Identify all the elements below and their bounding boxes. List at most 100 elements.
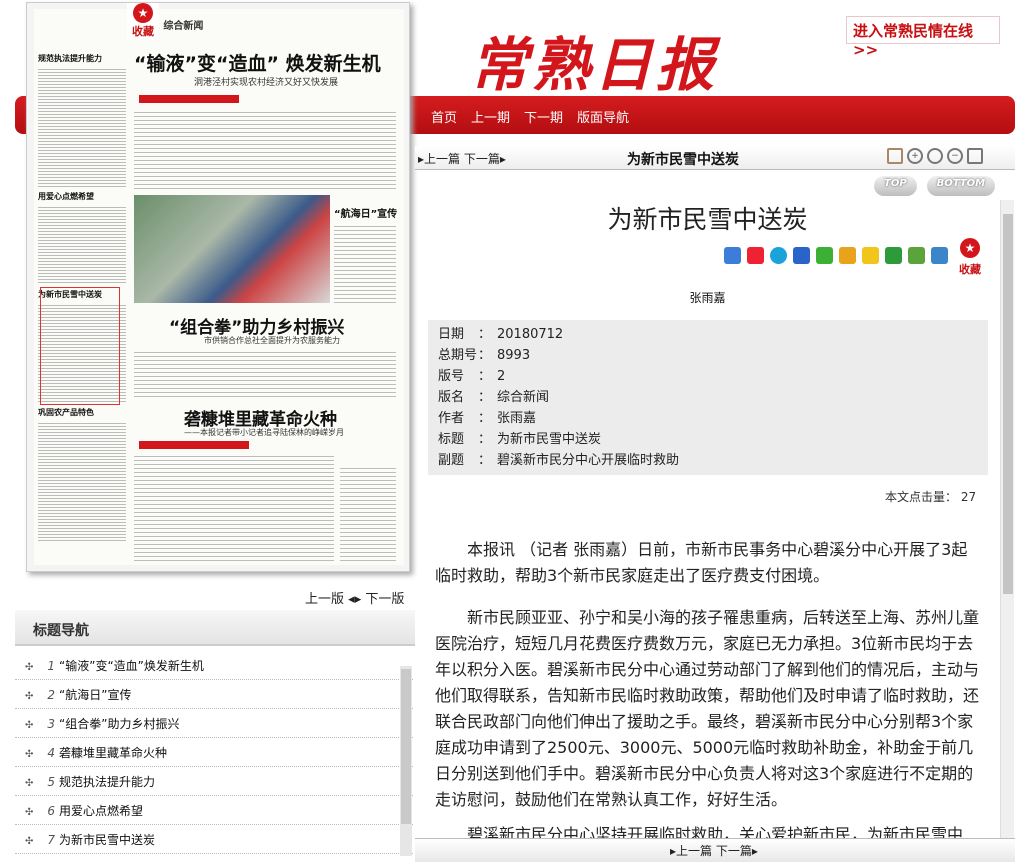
article-paragraph: 本报讯 （记者 张雨嘉）日前，市新市民事务中心碧溪分中心开展了3起临时救助，帮助… — [435, 540, 968, 585]
title-nav-list: ✣ 1 “输液”变“造血”焕发新生机 ✣ 2 “航海日”宣传 ✣ 3 “组合拳”助力乡村振兴… — [15, 651, 413, 862]
article-paragraph: 碧溪新市民分中心坚持开展临时救助，关心爱护新市民，为新市民雪中 — [467, 825, 964, 838]
print-icon[interactable] — [967, 148, 983, 164]
meta-row: 版号： 2 — [438, 369, 506, 384]
next-article-link[interactable]: 下一篇 — [464, 152, 500, 166]
title-nav-header: 标题导航 — [15, 610, 415, 646]
scrollbar-thumb[interactable] — [1003, 214, 1013, 594]
article-toolbar: ▸上一篇 下一篇▸ 为新市民雪中送炭 + − — [415, 146, 1015, 170]
text-block — [134, 109, 396, 189]
toolbar-title: 为新市民雪中送炭 — [627, 152, 739, 168]
star-icon: ★ — [960, 238, 980, 258]
zoom-reset-icon[interactable] — [927, 148, 943, 164]
bottom-prev-next: ▸上一篇 下一篇▸ — [670, 844, 758, 858]
bookmark-icon[interactable] — [908, 247, 925, 264]
headline-1[interactable]: “输液”变“造血” 焕发新生机 — [134, 49, 381, 76]
title-nav-item[interactable]: ✣ 5 规范执法提升能力 — [15, 767, 413, 796]
nav-home[interactable]: 首页 — [431, 107, 457, 126]
favorite-button[interactable]: ★ 收藏 — [127, 3, 159, 39]
article-meta: 日期： 20180712 总期号： 8993 版号： 2 版名：综合新闻 作者：张雨嘉… — [428, 320, 988, 475]
red-banner — [139, 95, 239, 103]
title-nav-item[interactable]: ✣ 2 “航海日”宣传 — [15, 680, 413, 709]
next-article-link[interactable]: 下一篇 — [716, 844, 752, 858]
nav-next-issue[interactable]: 下一期 — [524, 107, 563, 126]
arrow-right-icon[interactable]: ▸ — [355, 592, 362, 607]
nav-page-navigation[interactable]: 版面导航 — [577, 107, 629, 126]
scroll-buttons: TOP BOTTOM — [874, 176, 996, 196]
prev-article-link[interactable]: 上一篇 — [424, 152, 460, 166]
bottom-button[interactable]: BOTTOM — [926, 176, 996, 196]
title-nav-item[interactable]: ✣ 6 用爱心点燃希望 — [15, 796, 413, 825]
subheadline-3: 市供销合作总社全面提升为农服务能力 — [204, 336, 340, 345]
diamond-icon: ✣ — [25, 662, 34, 673]
masthead-logo[interactable]: 常熟日报 — [470, 18, 718, 102]
article-favorite-button[interactable]: ★ 收藏 — [955, 238, 985, 277]
article-author: 张雨嘉 — [689, 291, 726, 305]
title-nav-item[interactable]: ✣ 1 “输液”变“造血”焕发新生机 — [15, 651, 413, 680]
article-tools: + − — [887, 148, 983, 164]
article-prev-next: ▸上一篇 下一篇▸ — [418, 152, 506, 166]
photo-caption[interactable]: “航海日”宣传 — [334, 205, 397, 220]
nav-prev-issue[interactable]: 上一期 — [471, 107, 510, 126]
red-banner — [139, 441, 249, 449]
selected-article-highlight[interactable] — [40, 287, 120, 405]
page-pager: 上一版 ◂▸ 下一版 — [305, 588, 404, 607]
diamond-icon: ✣ — [25, 691, 34, 702]
wechat-icon[interactable] — [816, 247, 833, 264]
copy-icon[interactable] — [887, 148, 903, 164]
text-block — [134, 453, 334, 561]
text-block — [38, 421, 126, 541]
zoom-out-icon[interactable]: − — [947, 148, 963, 164]
share-icons — [724, 247, 948, 264]
article-scrollbar[interactable] — [1000, 200, 1014, 838]
diamond-icon: ✣ — [25, 749, 34, 760]
minqing-online-link[interactable]: 进入常熟民情在线 >> — [846, 16, 1000, 59]
subheadline-1: 洞港泾村实现农村经济又好又快发展 — [194, 78, 339, 88]
article-bottom-bar: ▸上一篇 下一篇▸ — [415, 838, 1015, 862]
qzone-icon[interactable] — [770, 247, 787, 264]
left-col-title-2[interactable]: 用爱心点燃希望 — [38, 191, 126, 202]
diamond-icon: ✣ — [25, 807, 34, 818]
main-nav: 首页 上一期 下一期 版面导航 — [431, 107, 629, 126]
article-title: 为新市民雪中送炭 — [607, 205, 808, 234]
renren-icon[interactable] — [793, 247, 810, 264]
article-paragraph: 新市民顾亚亚、孙宁和吴小海的孩子罹患重病，后转送至上海、苏州儿童医院治疗，短短几… — [435, 608, 980, 809]
title-nav-item[interactable]: ✣ 4 砻糠堆里藏革命火种 — [15, 738, 413, 767]
newspaper-page-thumbnail[interactable]: ≫ 02 综合新闻 “输液”变“造血” 焕发新生机 洞港泾村实现农村经济又好又快… — [26, 2, 410, 572]
page: 常熟日报 进入常熟民情在线 >> 首页 上一期 下一期 版面导航 ≫ 02 综合… — [0, 0, 1020, 862]
title-nav-item[interactable]: ✣ 3 “组合拳”助力乡村振兴 — [15, 709, 413, 738]
diamond-icon: ✣ — [25, 778, 34, 789]
weibo-icon[interactable] — [747, 247, 764, 264]
left-col-title-4[interactable]: 巩固农产品特色 — [38, 407, 126, 418]
diamond-icon: ✣ — [25, 836, 34, 847]
share-more-icon[interactable] — [724, 247, 741, 264]
next-page-link[interactable]: 下一版 — [365, 592, 404, 607]
text-block — [38, 205, 126, 285]
news-photo[interactable] — [134, 195, 330, 303]
qq-icon[interactable] — [862, 247, 879, 264]
text-block — [340, 465, 396, 561]
kaixin-icon[interactable] — [839, 247, 856, 264]
meta-row: 作者：张雨嘉 — [438, 411, 537, 426]
newspaper-page[interactable]: 02 综合新闻 “输液”变“造血” 焕发新生机 洞港泾村实现农村经济又好又快发展… — [34, 9, 404, 565]
tieba-icon[interactable] — [931, 247, 948, 264]
meta-row: 日期： 20180712 — [438, 327, 564, 342]
hit-count: 本文点击量： 27 — [885, 490, 977, 504]
prev-article-link[interactable]: 上一篇 — [676, 844, 712, 858]
diamond-icon: ✣ — [25, 720, 34, 731]
title-nav-item[interactable]: ✣ 7 为新市民雪中送炭 — [15, 825, 413, 854]
prev-page-link[interactable]: 上一版 — [305, 592, 344, 607]
meta-row: 标题：为新市民雪中送炭 — [438, 432, 602, 447]
subheadline-4: ——本报记者带小记者追寻陆保林的峥嵘岁月 — [184, 428, 344, 437]
text-block — [38, 67, 126, 187]
scrollbar-thumb[interactable] — [401, 669, 411, 824]
zoom-in-icon[interactable]: + — [907, 148, 923, 164]
top-button[interactable]: TOP — [874, 176, 917, 196]
left-col-title-1[interactable]: 规范执法提升能力 — [38, 53, 126, 64]
meta-row: 总期号： 8993 — [438, 348, 531, 363]
text-block — [334, 223, 396, 303]
text-block — [134, 349, 396, 397]
meta-row: 副题：碧溪新市民分中心开展临时救助 — [438, 453, 680, 468]
meta-row: 版名：综合新闻 — [438, 390, 550, 405]
title-nav-scrollbar[interactable] — [400, 666, 412, 856]
douban-icon[interactable] — [885, 247, 902, 264]
